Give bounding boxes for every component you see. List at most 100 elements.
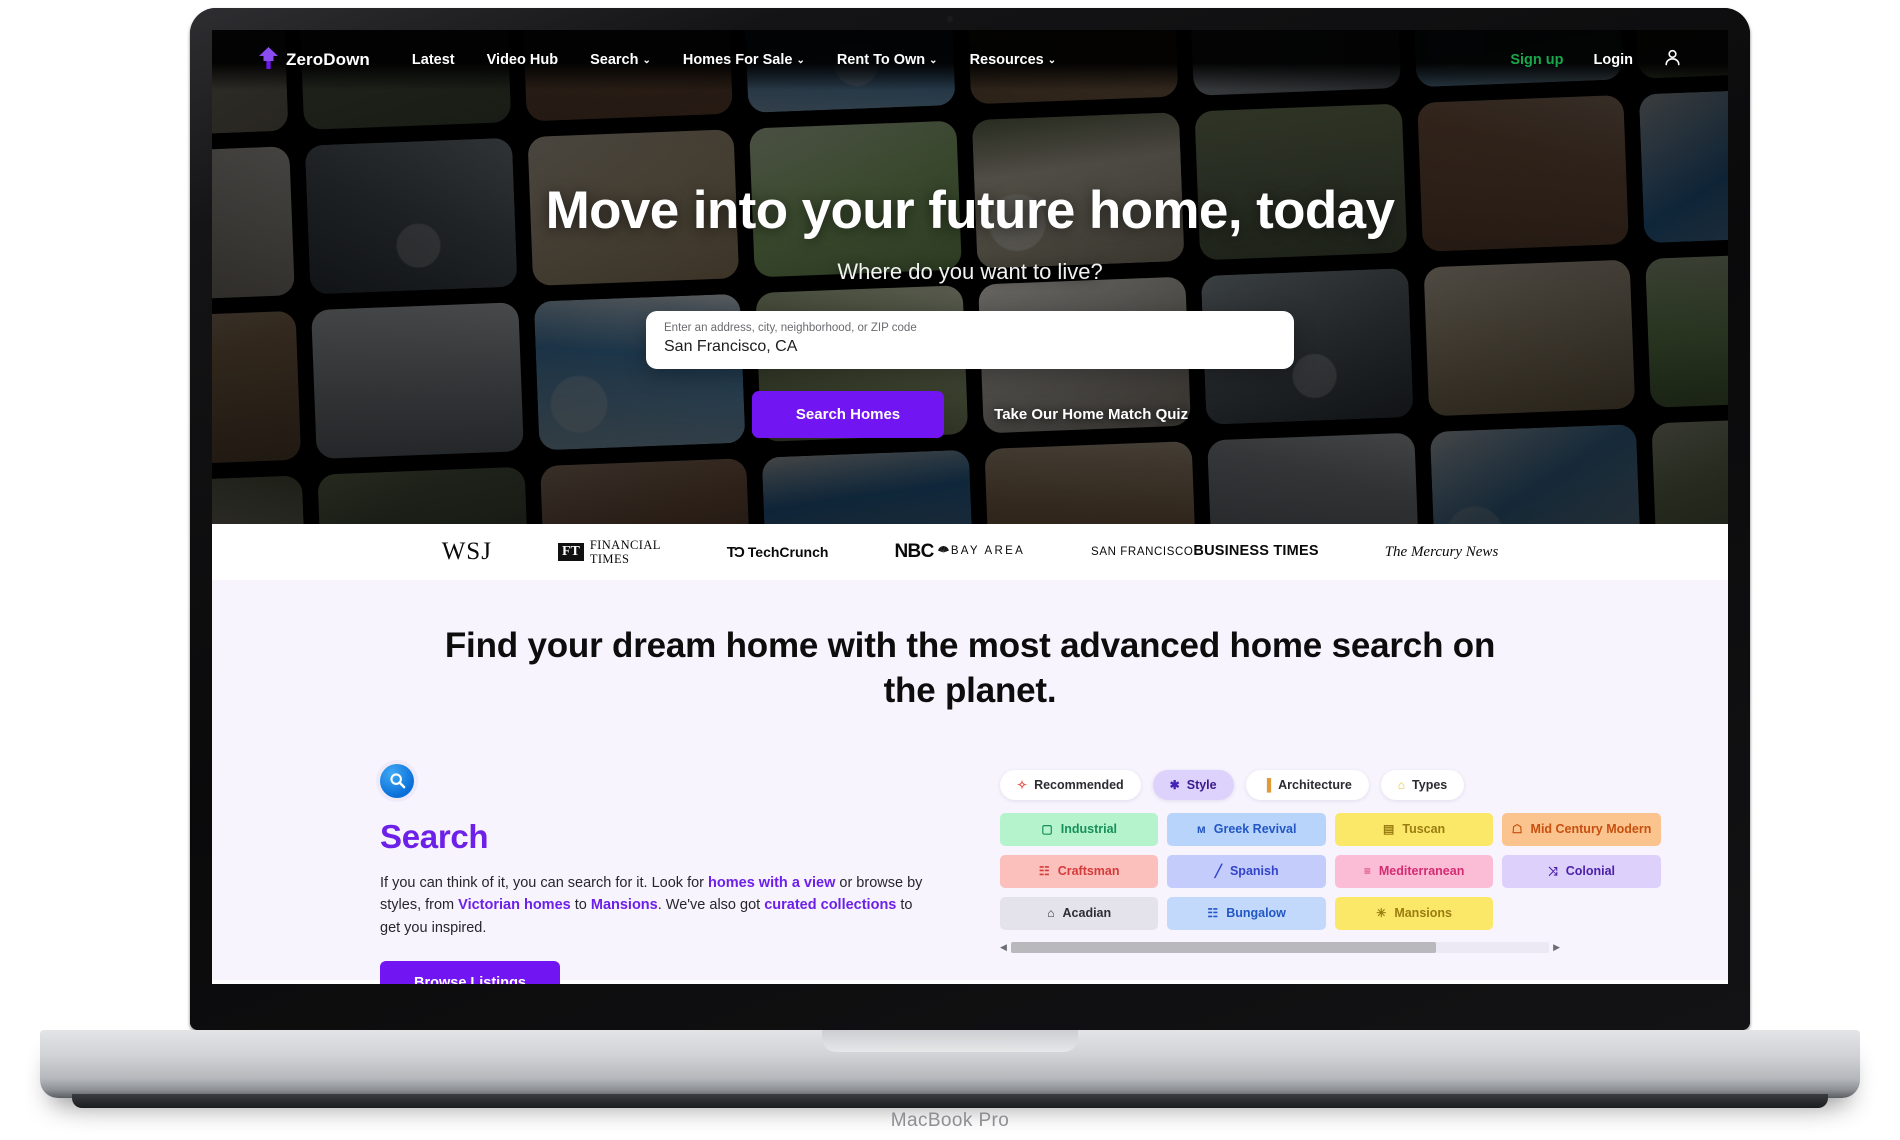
screen: ZeroDown Latest Video Hub Search ⌄ Homes… (212, 30, 1728, 984)
nbc-bay-area-text: BAY AREA (950, 545, 1026, 558)
chip-label: Mid Century Modern (1530, 822, 1652, 837)
style-chip-industrial[interactable]: ▢ Industrial (1000, 812, 1159, 846)
horizontal-scrollbar[interactable]: ◀ ▶ (1000, 942, 1560, 954)
nav-item-resources[interactable]: Resources ⌄ (970, 52, 1057, 68)
filter-tab-types[interactable]: ⌂ Types (1380, 769, 1465, 800)
filter-tab-architecture[interactable]: ▐ Architecture (1245, 769, 1369, 800)
filter-tab-label: Style (1186, 777, 1217, 792)
chip-label: Mediterranean (1378, 864, 1465, 879)
zerodown-arrow-icon (258, 46, 279, 75)
nav-label: Rent To Own (836, 52, 926, 68)
search-input-value: San Francisco, CA (664, 338, 798, 355)
nav-label: Resources (969, 52, 1044, 68)
chip-icon: ✳ (1376, 906, 1387, 921)
nav-label: Video Hub (486, 52, 559, 68)
style-chip-spanish[interactable]: ╱ Spanish (1167, 854, 1326, 888)
style-chip-greek-revival[interactable]: ᴍ Greek Revival (1167, 812, 1326, 846)
techcrunch-logo-text: TechCrunch (747, 544, 829, 560)
sfbt-line2: BUSINESS TIMES (1193, 543, 1319, 560)
style-chip-mansions[interactable]: ✳ Mansions (1334, 896, 1494, 930)
scrollbar-track[interactable] (1010, 942, 1550, 954)
login-link[interactable]: Login (1594, 52, 1633, 68)
user-icon[interactable] (1663, 48, 1682, 72)
mercury-news-logo-text: The Mercury News (1384, 543, 1499, 560)
brand-logo[interactable]: ZeroDown (258, 46, 370, 75)
chip-icon: ☷ (1207, 906, 1219, 921)
chip-icon: ▢ (1041, 822, 1053, 837)
nav-item-rent-to-own[interactable]: Rent To Own ⌄ (837, 52, 938, 68)
main-section: Find your dream home with the most advan… (212, 580, 1728, 984)
chip-label: Colonial (1565, 864, 1616, 879)
feature-row: Search If you can think of it, you can s… (212, 763, 1728, 984)
browse-listings-button[interactable]: Browse Listings (380, 961, 560, 984)
filter-tab-label: Architecture (1278, 777, 1352, 792)
filter-tab-label: Types (1412, 777, 1448, 792)
scrollbar-thumb[interactable] (1010, 942, 1437, 954)
home-match-quiz-button[interactable]: Take Our Home Match Quiz (994, 406, 1188, 423)
search-icon (380, 763, 414, 798)
search-homes-button[interactable]: Search Homes (751, 391, 945, 438)
chevron-down-icon: ⌄ (929, 55, 938, 66)
chip-icon: ᴍ (1196, 822, 1206, 837)
hero-content: Move into your future home, today Where … (212, 180, 1728, 438)
wsj-logo-text: WSJ (441, 538, 492, 565)
style-chip-acadian[interactable]: ⌂ Acadian (1000, 896, 1159, 930)
feature-description: If you can think of it, you can search f… (380, 872, 925, 940)
nav-right-group: Sign up Login (1510, 48, 1682, 72)
copy-seg-4: . We've also got (657, 897, 765, 914)
chevron-down-icon: ⌄ (642, 55, 651, 66)
nav-label: Latest (411, 52, 455, 68)
copy-seg-1: If you can think of it, you can search f… (380, 874, 709, 891)
chip-icon: ⌂ (1047, 906, 1055, 921)
feature-title: Search (380, 817, 489, 855)
filter-tab-label: Recommended (1034, 777, 1124, 792)
style-chip-mediterranean[interactable]: ≡ Mediterranean (1334, 854, 1494, 888)
nav-item-search[interactable]: Search ⌄ (590, 52, 651, 68)
nav-label: Search (590, 52, 639, 68)
style-chip-tuscan[interactable]: ▤ Tuscan (1334, 812, 1494, 846)
link-homes-with-a-view[interactable]: homes with a view (708, 875, 835, 891)
web-page: ZeroDown Latest Video Hub Search ⌄ Homes… (212, 30, 1728, 984)
chip-label: Craftsman (1057, 864, 1120, 879)
nav-item-latest[interactable]: Latest (412, 52, 455, 68)
hero-title: Move into your future home, today (545, 181, 1395, 240)
press-logo-financial-times: FT FINANCIAL TIMES (557, 538, 661, 566)
hero-section: ZeroDown Latest Video Hub Search ⌄ Homes… (212, 30, 1728, 524)
press-logo-techcrunch: TƆ TechCrunch (727, 544, 829, 561)
press-logo-bar: WSJ FT FINANCIALTIMES TƆ TechCrunch NBC (212, 524, 1728, 580)
chevron-down-icon: ⌄ (796, 55, 805, 66)
feature-search-block: Search If you can think of it, you can s… (380, 763, 940, 984)
techcrunch-mark-icon: TƆ (726, 543, 745, 561)
style-chip-bungalow[interactable]: ☷ Bungalow (1167, 896, 1326, 930)
style-chip-grid: ▢ Industrial ᴍ Greek Revival ▤ Tuscan ☖ Mid Cen… (1000, 812, 1661, 930)
search-input-label: Enter an address, city, neighborhood, or… (664, 322, 917, 334)
hero-action-row: Search Homes Take Our Home Match Quiz (212, 391, 1728, 438)
nav-item-video-hub[interactable]: Video Hub (487, 52, 558, 68)
ft-logo-text: FINANCIAL TIMES (589, 538, 661, 566)
ft-mark-icon: FT (557, 542, 584, 562)
location-search-input[interactable]: Enter an address, city, neighborhood, or… (646, 311, 1294, 369)
style-filter-panel: ✧ Recommended ✱ Style ▐ Architecture ⌂ Types ▢ I… (1000, 764, 1661, 984)
press-logo-mercury-news: The Mercury News (1385, 544, 1499, 561)
filter-tab-bar: ✧ Recommended ✱ Style ▐ Architecture ⌂ Types (1000, 769, 1560, 800)
link-curated-collections[interactable]: curated collections (764, 897, 896, 913)
link-mansions[interactable]: Mansions (591, 897, 658, 913)
column-icon: ▐ (1262, 777, 1272, 792)
style-chip-craftsman[interactable]: ☷ Craftsman (1000, 854, 1159, 888)
scroll-right-arrow-icon[interactable]: ▶ (1553, 942, 1560, 953)
chip-icon: ☖ (1511, 822, 1523, 837)
webcam-icon (947, 16, 953, 22)
link-victorian-homes[interactable]: Victorian homes (458, 897, 571, 913)
scroll-left-arrow-icon[interactable]: ◀ (1000, 942, 1007, 953)
nav-item-homes-for-sale[interactable]: Homes For Sale ⌄ (683, 52, 805, 68)
chip-label: Tuscan (1402, 822, 1446, 837)
style-chip-colonial[interactable]: ⤨ Colonial (1502, 854, 1661, 888)
chip-icon: ╱ (1214, 864, 1222, 879)
filter-tab-style[interactable]: ✱ Style (1152, 769, 1234, 800)
style-chip-mid-century-modern[interactable]: ☖ Mid Century Modern (1502, 812, 1661, 846)
press-logo-nbc-bay-area: NBC BAY AREA (894, 542, 1026, 562)
filter-tab-recommended[interactable]: ✧ Recommended (1000, 769, 1141, 800)
chip-label: Industrial (1060, 822, 1118, 837)
signup-link[interactable]: Sign up (1510, 52, 1563, 68)
house-types-icon: ⌂ (1397, 777, 1406, 792)
